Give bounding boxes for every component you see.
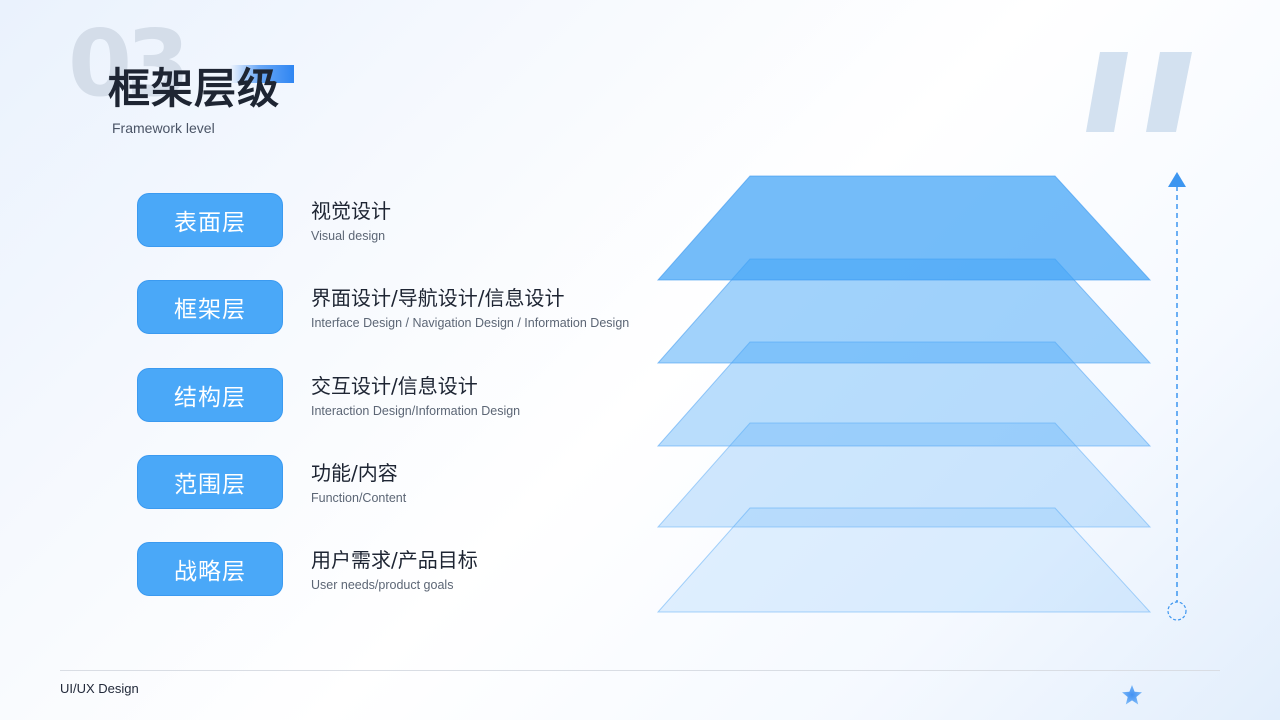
up-arrow-icon	[1168, 172, 1186, 187]
footer-label: UI/UX Design	[60, 681, 139, 696]
layer-stack-diagram	[656, 172, 1187, 621]
layer-plane-surface	[656, 175, 1152, 281]
dashed-origin-circle	[1167, 601, 1187, 621]
footer-divider	[60, 670, 1220, 671]
star-icon	[1122, 685, 1142, 705]
